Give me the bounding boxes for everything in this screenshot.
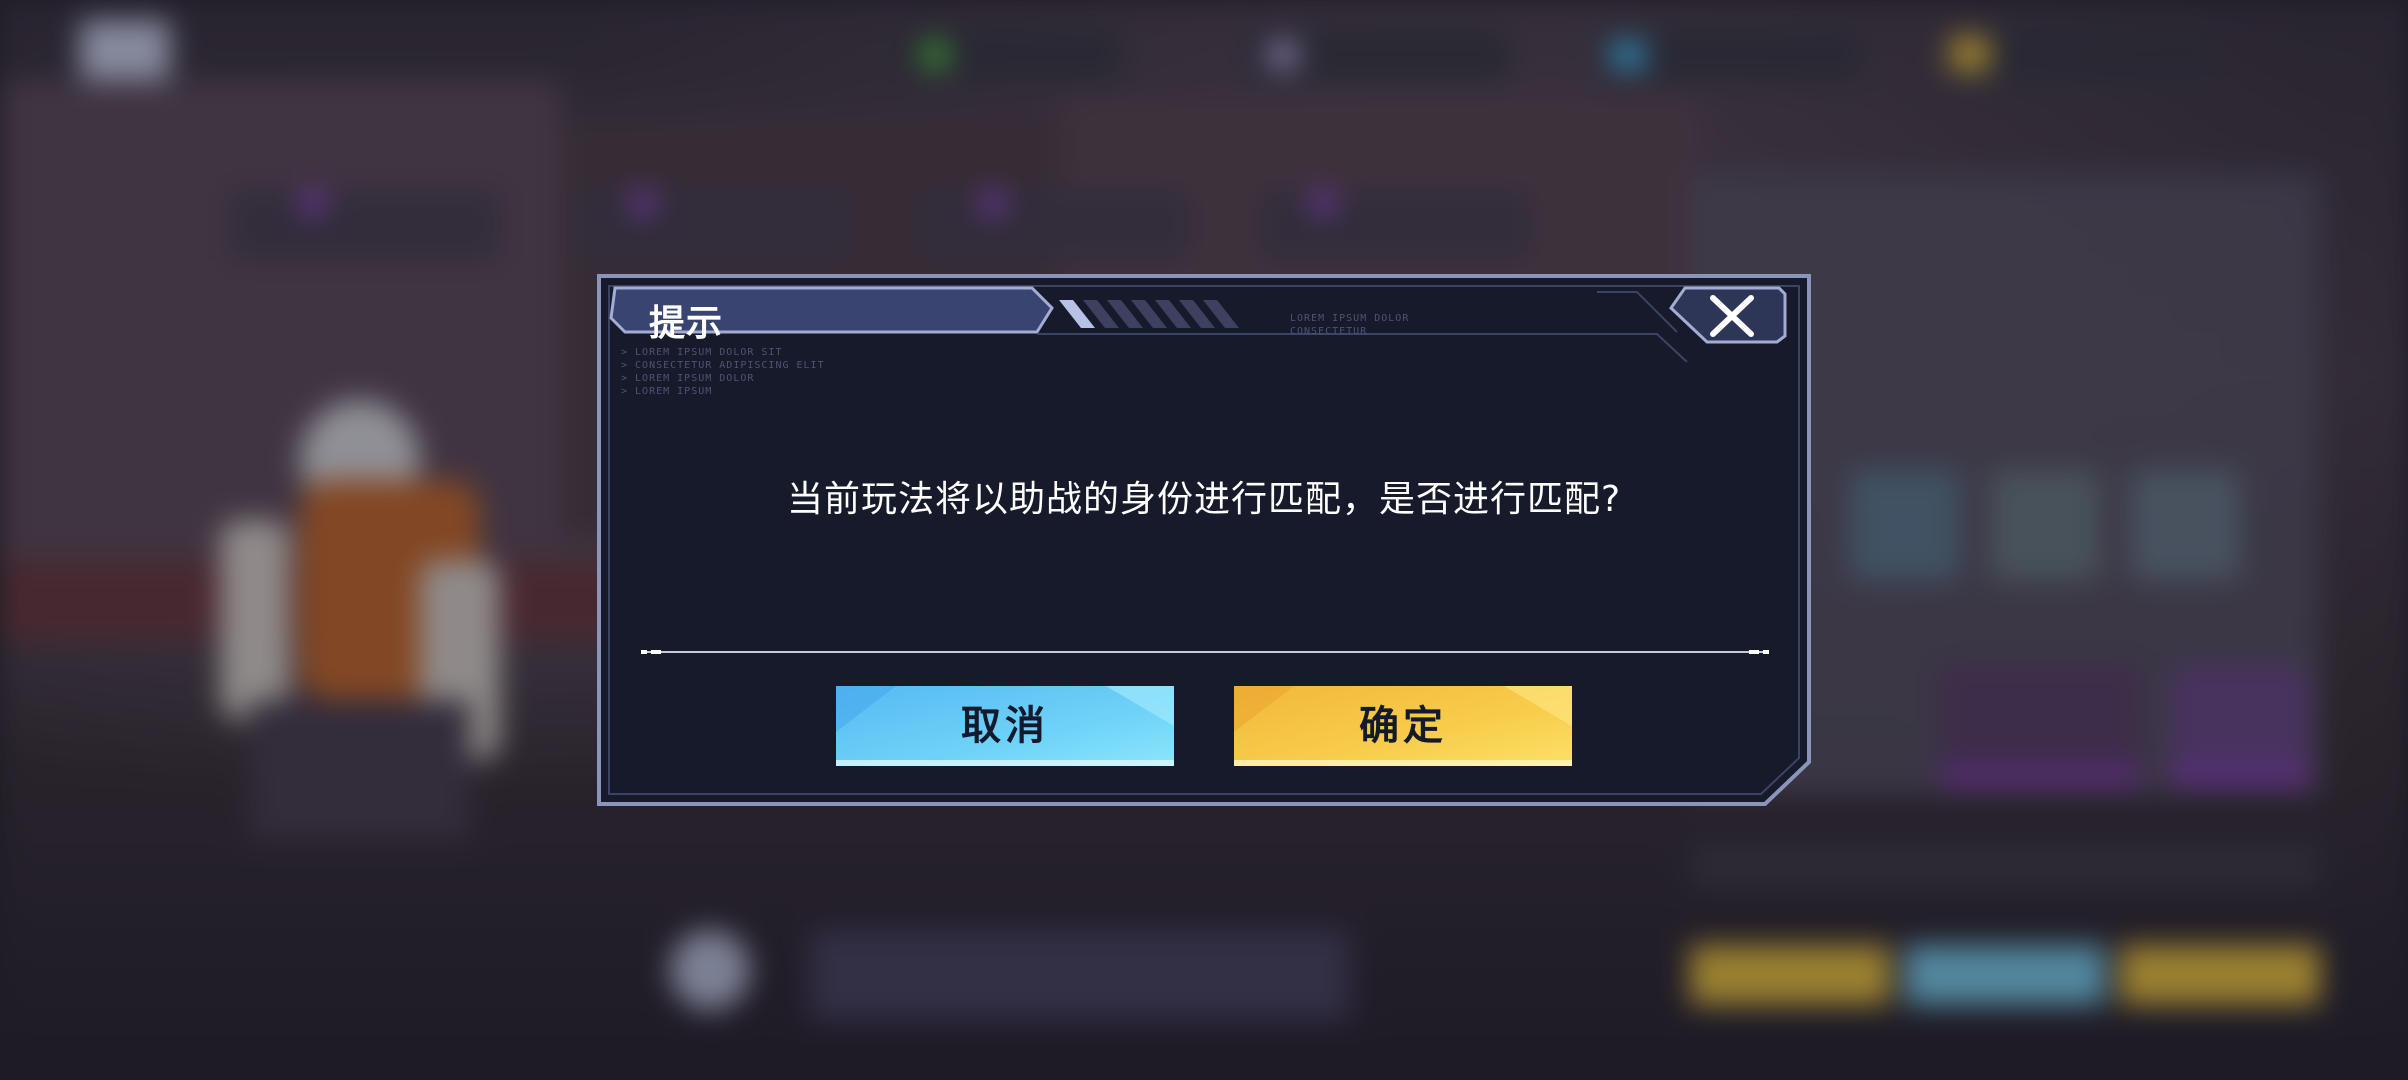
dialog-title: 提示 (649, 303, 724, 344)
cancel-button[interactable]: 取消 (836, 686, 1174, 766)
cancel-button-label: 取消 (961, 703, 1049, 749)
game-screen: 提示 LOREM IPSUM DOLOR CONSECTETUR > LOREM… (0, 0, 2408, 1080)
close-button[interactable] (1667, 286, 1787, 344)
confirm-button-label: 确定 (1359, 703, 1447, 749)
confirm-button[interactable]: 确定 (1234, 686, 1572, 766)
dialog-message: 当前玩法将以助战的身份进行匹配，是否进行匹配? (786, 479, 1622, 520)
side-deco-text: > LOREM IPSUM DOLOR SIT > CONSECTETUR AD… (621, 347, 825, 397)
match-confirm-dialog: 提示 LOREM IPSUM DOLOR CONSECTETUR > LOREM… (597, 274, 1811, 806)
header-deco-text: LOREM IPSUM DOLOR CONSECTETUR (1290, 313, 1410, 337)
close-icon (1669, 286, 1787, 344)
